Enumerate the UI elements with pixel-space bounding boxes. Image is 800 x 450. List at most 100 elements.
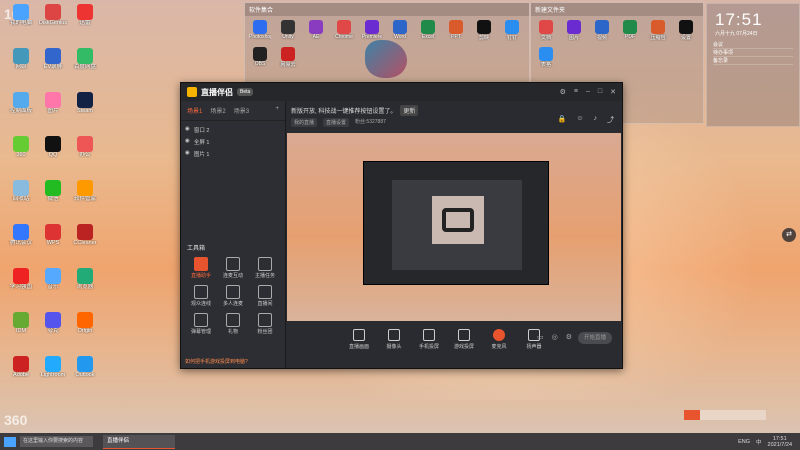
desktop-icon[interactable]: Adobe — [6, 356, 36, 388]
start-live-button[interactable]: 开始直播 — [578, 332, 612, 344]
desktop-icon[interactable]: 腾讯会议 — [6, 224, 36, 256]
desktop-icon[interactable]: Lightroom — [38, 356, 68, 388]
fence-icon[interactable]: OBS — [249, 47, 271, 68]
update-button[interactable]: 更新 — [400, 105, 419, 116]
source-button[interactable]: 手机投屏 — [417, 329, 441, 350]
taskbar-search[interactable]: 在这里输入你要搜索的内容 — [20, 436, 93, 447]
fence-icon[interactable]: Excel — [417, 20, 439, 41]
fence-icon[interactable]: Premiere — [361, 20, 383, 41]
memo-row[interactable]: 待办事项 — [713, 49, 793, 57]
source-button[interactable]: 游戏投屏 — [452, 329, 476, 350]
window-titlebar[interactable]: 直播伴侣 Beta ⚙ ≡ – □ ✕ — [181, 83, 622, 101]
source-button[interactable]: 麦克风 — [487, 329, 511, 350]
desktop-icon[interactable]: 微信 — [38, 180, 68, 212]
eye-icon[interactable]: ◉ — [185, 138, 190, 146]
fence-icon[interactable]: 网易云 — [277, 47, 299, 68]
fence-icon[interactable]: Word — [389, 20, 411, 41]
eye-icon[interactable]: ◉ — [185, 150, 190, 158]
close-icon[interactable]: ✕ — [610, 88, 616, 96]
desktop-icon[interactable]: IDM — [6, 312, 36, 344]
fence-icon[interactable]: 视频 — [591, 20, 613, 41]
desktop-icon[interactable]: 图片 — [38, 92, 68, 124]
tool-item[interactable]: 连麦互动 — [217, 257, 249, 279]
desktop-icon[interactable]: QQ — [38, 136, 68, 168]
tab-scene-3[interactable]: 场景3 — [234, 106, 249, 115]
desktop-icon[interactable]: 迅雷 — [70, 4, 100, 36]
fence-icon[interactable]: 钉钉 — [501, 20, 523, 41]
scene-source-item[interactable]: ◉ 图片 1 — [185, 148, 281, 160]
fence-icon[interactable]: 设置 — [675, 20, 697, 41]
desktop-icon[interactable]: Steam — [70, 92, 100, 124]
bell-icon[interactable]: ♪ — [594, 115, 598, 125]
fence-icon[interactable]: PPT — [445, 20, 467, 41]
scene-source-item[interactable]: ◉ 全屏 1 — [185, 136, 281, 148]
memo-row[interactable]: 会议 — [713, 41, 793, 49]
desktop-icon[interactable]: DiskGenius — [38, 4, 68, 36]
help-link[interactable]: 如何把手机游戏投屏到电脑? — [185, 358, 248, 365]
tool-item[interactable]: 直播间 — [249, 285, 281, 307]
tab-scene-1[interactable]: 场景1 — [187, 106, 202, 115]
app-icon — [13, 48, 29, 64]
desktop-icon[interactable]: 学习强国 — [6, 268, 36, 300]
taskbar-app-live-companion[interactable]: 直播伴侣 — [103, 434, 175, 449]
record-icon[interactable]: ▭ — [537, 333, 544, 341]
tool-item[interactable]: 直播助手 — [185, 257, 217, 279]
desktop-icon[interactable]: WPS — [38, 224, 68, 256]
desktop-icon[interactable]: EV录屏 — [38, 48, 68, 80]
side-toggle-button[interactable]: ⇄ — [782, 228, 796, 242]
minimize-icon[interactable]: – — [586, 88, 590, 96]
stat-chip[interactable]: 直播设置 — [323, 118, 350, 127]
maximize-icon[interactable]: □ — [598, 88, 602, 96]
settings-icon[interactable]: ⚙ — [560, 88, 566, 96]
desktop-icon[interactable]: 夸克 — [38, 312, 68, 344]
desktop-icon[interactable]: 浏览器 — [70, 268, 100, 300]
tray-clock[interactable]: 17:51 2021/7/24 — [768, 436, 792, 448]
windows-start-icon[interactable] — [4, 436, 16, 447]
source-button[interactable]: 直播画面 — [347, 329, 371, 350]
fence-icon[interactable]: Unity — [277, 20, 299, 41]
desktop-icon[interactable]: 360 — [6, 136, 36, 168]
desktop-icon[interactable]: 控制面板 — [6, 92, 36, 124]
live-preview[interactable] — [287, 133, 621, 321]
tool-item[interactable]: 粉丝团 — [249, 313, 281, 335]
tray-ime[interactable]: 中 — [756, 438, 762, 446]
fence-icon[interactable]: 文档 — [535, 20, 557, 41]
eye-icon[interactable]: ◉ — [185, 126, 190, 134]
tool-item[interactable]: 主播任务 — [249, 257, 281, 279]
add-scene-icon[interactable]: + — [275, 106, 279, 115]
share-icon[interactable]: ⤴ — [607, 115, 614, 125]
tray-lang[interactable]: ENG — [738, 439, 750, 445]
lock-icon[interactable]: 🔒 — [558, 115, 567, 125]
desktop-icon[interactable]: 网络 — [6, 48, 36, 80]
desktop-icon[interactable]: CCleaner — [70, 224, 100, 256]
fence-icon[interactable]: 剪映 — [473, 20, 495, 41]
desktop-icon[interactable]: 音乐 — [38, 268, 68, 300]
tool-item[interactable]: 观众连线 — [185, 285, 217, 307]
source-button[interactable]: 摄像头 — [382, 329, 406, 350]
desktop-icon[interactable]: Origin — [70, 312, 100, 344]
tool-item[interactable]: 弹幕管理 — [185, 313, 217, 335]
memo-row[interactable]: 备忘录 — [713, 57, 793, 65]
clip-icon[interactable]: ◎ — [552, 333, 558, 341]
fence-icon[interactable]: Photoshop — [249, 20, 271, 41]
tool-item[interactable]: 多人连麦 — [217, 285, 249, 307]
fence-icon[interactable]: PDF — [619, 20, 641, 41]
fence-icon[interactable]: Chrome — [333, 20, 355, 41]
gear-icon[interactable]: ⚙ — [566, 333, 572, 341]
desktop-icon[interactable]: 办公 — [70, 136, 100, 168]
scene-source-item[interactable]: ◉ 窗口 2 — [185, 124, 281, 136]
tool-item[interactable]: 礼物 — [217, 313, 249, 335]
fence-icon[interactable]: 图片 — [563, 20, 585, 41]
menu-icon[interactable]: ≡ — [574, 88, 578, 96]
fence-icon[interactable]: AE — [305, 20, 327, 41]
people-icon[interactable]: ☺ — [576, 115, 583, 125]
desktop-icon[interactable]: 我的电脑 — [6, 4, 36, 36]
desktop-icon[interactable]: 回收站 — [6, 180, 36, 212]
desktop-icon[interactable]: 软件管家 — [70, 180, 100, 212]
tab-scene-2[interactable]: 场景2 — [210, 106, 225, 115]
fence-icon[interactable]: 压缩包 — [647, 20, 669, 41]
stat-chip[interactable]: 我的直播 — [291, 118, 318, 127]
fence-icon[interactable]: 表格 — [535, 47, 557, 68]
desktop-icon[interactable]: Outlook — [70, 356, 100, 388]
desktop-icon[interactable]: 百度网盘 — [70, 48, 100, 80]
